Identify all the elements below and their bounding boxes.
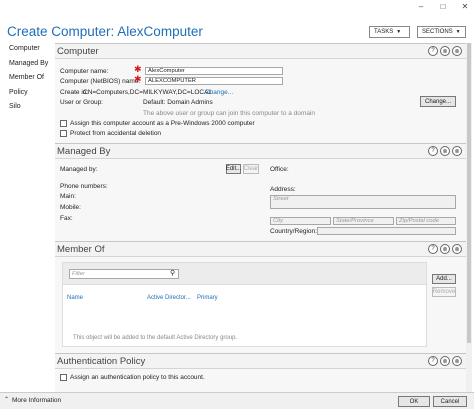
help-icon[interactable]: ? (428, 146, 438, 156)
column-header-active-directory[interactable]: Active Director... (147, 295, 191, 301)
cancel-button[interactable]: Cancel (433, 396, 467, 407)
filter-input[interactable]: Filter (69, 269, 179, 279)
street-input[interactable]: Street (270, 195, 456, 209)
member-of-list: Filter ⚲ Name Active Director... Primary… (62, 262, 427, 347)
user-group-value: Default: Domain Admins (143, 99, 213, 106)
footer-bar: ⌃ More Information OK Cancel (0, 392, 474, 409)
protect-checkbox[interactable] (60, 130, 67, 137)
sidebar-item-member-of[interactable]: Member Of (9, 74, 49, 89)
section-title: Managed By (57, 145, 111, 157)
computer-section: Computer ? ⊗ ⊗ Computer name: ✱ AlexComp… (55, 43, 466, 144)
assign-policy-checkbox[interactable] (60, 374, 67, 381)
help-icon[interactable]: ? (428, 46, 438, 56)
address-label: Address: (270, 186, 296, 193)
city-input[interactable]: City (270, 217, 331, 225)
section-title: Computer (57, 45, 99, 57)
expand-icon[interactable]: ⊗ (452, 146, 462, 156)
create-in-value: CN=Computers,DC=MILKYWAY,DC=LOCAL (83, 89, 213, 96)
sections-label: SECTIONS (422, 29, 453, 35)
managed-by-label: Managed by: (60, 166, 98, 173)
computer-name-label: Computer name: (60, 68, 109, 75)
chevron-down-icon: ▼ (396, 29, 402, 35)
minimize-icon[interactable]: – (416, 2, 426, 11)
sidebar-item-policy[interactable]: Policy (9, 89, 49, 104)
main-content: Computer ? ⊗ ⊗ Computer name: ✱ AlexComp… (55, 43, 466, 392)
required-icon: ✱ (134, 74, 142, 84)
collapse-icon[interactable]: ⊗ (440, 356, 450, 366)
collapse-icon[interactable]: ⊗ (440, 244, 450, 254)
country-select[interactable] (317, 227, 456, 235)
sidebar-item-silo[interactable]: Silo (9, 103, 49, 118)
clear-button[interactable]: Clear (243, 164, 259, 174)
sections-button[interactable]: SECTIONS ▼ (417, 26, 466, 38)
add-button[interactable]: Add... (432, 274, 456, 284)
sidebar-item-managed-by[interactable]: Managed By (9, 60, 49, 75)
zip-input[interactable]: Zip/Postal code (396, 217, 456, 225)
scrollbar[interactable] (466, 43, 472, 392)
country-label: Country/Region: (270, 228, 317, 235)
section-title: Member Of (57, 243, 105, 255)
sidebar: Computer Managed By Member Of Policy Sil… (9, 45, 49, 118)
remove-button[interactable]: Remove (432, 287, 456, 297)
authentication-policy-section: Authentication Policy ? ⊗ ⊗ Assign an au… (55, 353, 466, 392)
tasks-button[interactable]: TASKS ▼ (369, 26, 410, 38)
help-icon[interactable]: ? (428, 244, 438, 254)
pre2000-label: Assign this computer account as a Pre-Wi… (70, 120, 255, 127)
netbios-name-label: Computer (NetBIOS) name: (60, 78, 141, 85)
filter-bar: Filter ⚲ (63, 263, 426, 285)
computer-name-input[interactable]: AlexComputer (145, 67, 283, 75)
more-information-link[interactable]: More Information (12, 397, 61, 404)
tasks-label: TASKS (374, 29, 394, 35)
column-header-primary[interactable]: Primary (197, 295, 218, 301)
pre2000-checkbox[interactable] (60, 120, 67, 127)
protect-label: Protect from accidental deletion (70, 130, 162, 137)
page-title: Create Computer: AlexComputer (7, 24, 203, 39)
window-controls: – □ ✕ (416, 2, 470, 11)
netbios-name-input[interactable]: ALEXCOMPUTER (145, 77, 283, 85)
mobile-phone-label: Mobile: (60, 204, 81, 211)
expand-info-icon[interactable]: ⌃ (4, 396, 9, 403)
required-icon: ✱ (134, 64, 142, 74)
help-icon[interactable]: ? (428, 356, 438, 366)
fax-label: Fax: (60, 215, 73, 222)
edit-button[interactable]: Edit... (226, 164, 241, 174)
collapse-icon[interactable]: ⊗ (440, 46, 450, 56)
change-user-button[interactable]: Change... (420, 96, 456, 107)
collapse-icon[interactable]: ⊗ (440, 146, 450, 156)
computer-section-header: Computer ? ⊗ ⊗ (55, 44, 466, 59)
user-group-label: User or Group: (60, 99, 103, 106)
member-of-section-body: Filter ⚲ Name Active Director... Primary… (55, 257, 466, 355)
default-group-note: This object will be added to the default… (73, 335, 238, 341)
state-input[interactable]: State/Province (333, 217, 394, 225)
scrollbar-thumb[interactable] (467, 43, 471, 343)
main-phone-label: Main: (60, 193, 76, 200)
expand-icon[interactable]: ⊗ (452, 46, 462, 56)
ok-button[interactable]: OK (398, 396, 430, 407)
office-label: Office: (270, 166, 289, 173)
policy-section-header: Authentication Policy ? ⊗ ⊗ (55, 354, 466, 369)
expand-icon[interactable]: ⊗ (452, 244, 462, 254)
maximize-icon[interactable]: □ (438, 2, 448, 11)
create-in-change-link[interactable]: Change... (205, 89, 233, 96)
sidebar-item-computer[interactable]: Computer (9, 45, 49, 60)
computer-section-body: Computer name: ✱ AlexComputer Computer (… (55, 59, 466, 144)
policy-section-body: Assign an authentication policy to this … (55, 369, 466, 392)
member-of-section-header: Member Of ? ⊗ ⊗ (55, 242, 466, 257)
join-note: The above user or group can join this co… (143, 110, 315, 117)
column-header-name[interactable]: Name (67, 295, 83, 301)
assign-policy-label: Assign an authentication policy to this … (70, 374, 205, 381)
chevron-down-icon: ▼ (455, 29, 461, 35)
managed-by-section-header: Managed By ? ⊗ ⊗ (55, 144, 466, 159)
section-title: Authentication Policy (57, 355, 146, 367)
search-icon[interactable]: ⚲ (170, 269, 175, 277)
phone-numbers-label: Phone numbers: (60, 183, 108, 190)
close-icon[interactable]: ✕ (460, 2, 470, 11)
expand-icon[interactable]: ⊗ (452, 356, 462, 366)
